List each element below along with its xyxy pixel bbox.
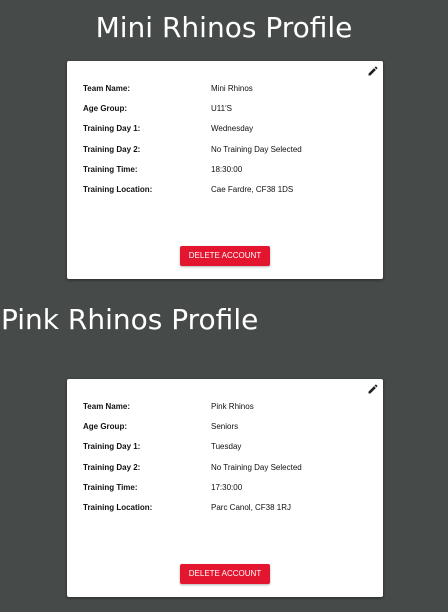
- training-time-row: Training Time: 17:30:00: [83, 481, 373, 495]
- training-day-1-value: Wednesday: [211, 124, 254, 133]
- training-time-row: Training Time: 18:30:00: [83, 163, 373, 177]
- delete-account-button[interactable]: DELETE ACCOUNT: [180, 564, 270, 584]
- age-group-value: Seniors: [211, 422, 239, 431]
- training-day-2-label: Training Day 2:: [83, 463, 141, 472]
- training-location-label: Training Location:: [83, 185, 153, 194]
- age-group-row: Age Group: U11'S: [83, 102, 373, 116]
- training-day-1-value: Tuesday: [211, 442, 242, 451]
- team-name-value: Mini Rhinos: [211, 84, 253, 93]
- training-time-label: Training Time:: [83, 165, 138, 174]
- team-name-row: Team Name: Pink Rhinos: [83, 400, 373, 414]
- training-time-label: Training Time:: [83, 483, 138, 492]
- team-name-row: Team Name: Mini Rhinos: [83, 82, 373, 96]
- training-day-1-row: Training Day 1: Wednesday: [83, 122, 373, 136]
- age-group-label: Age Group:: [83, 104, 127, 113]
- training-location-value: Cae Fardre, CF38 1DS: [211, 185, 294, 194]
- training-day-2-row: Training Day 2: No Training Day Selected: [83, 461, 373, 475]
- training-day-1-label: Training Day 1:: [83, 442, 141, 451]
- pencil-icon[interactable]: [367, 65, 379, 77]
- training-day-2-value: No Training Day Selected: [211, 145, 302, 154]
- training-day-1-label: Training Day 1:: [83, 124, 141, 133]
- training-location-row: Training Location: Parc Canol, CF38 1RJ: [83, 501, 373, 515]
- team-name-label: Team Name:: [83, 84, 130, 93]
- profile-card-pink-rhinos: Team Name: Pink Rhinos Age Group: Senior…: [67, 379, 383, 597]
- training-day-2-row: Training Day 2: No Training Day Selected: [83, 143, 373, 157]
- profile-card-mini-rhinos: Team Name: Mini Rhinos Age Group: U11'S …: [67, 61, 383, 279]
- training-time-value: 17:30:00: [211, 483, 243, 492]
- training-time-value: 18:30:00: [211, 165, 243, 174]
- training-location-row: Training Location: Cae Fardre, CF38 1DS: [83, 183, 373, 197]
- age-group-label: Age Group:: [83, 422, 127, 431]
- profile-title-pink-rhinos: Pink Rhinos Profile: [1, 303, 259, 336]
- pencil-icon[interactable]: [367, 383, 379, 395]
- training-day-2-label: Training Day 2:: [83, 145, 141, 154]
- profile-title-mini-rhinos: Mini Rhinos Profile: [95, 11, 353, 44]
- training-location-value: Parc Canol, CF38 1RJ: [211, 503, 292, 512]
- training-day-2-value: No Training Day Selected: [211, 463, 302, 472]
- training-location-label: Training Location:: [83, 503, 153, 512]
- team-name-value: Pink Rhinos: [211, 402, 254, 411]
- team-name-label: Team Name:: [83, 402, 130, 411]
- training-day-1-row: Training Day 1: Tuesday: [83, 440, 373, 454]
- age-group-value: U11'S: [211, 104, 232, 113]
- delete-account-button[interactable]: DELETE ACCOUNT: [180, 246, 270, 266]
- age-group-row: Age Group: Seniors: [83, 420, 373, 434]
